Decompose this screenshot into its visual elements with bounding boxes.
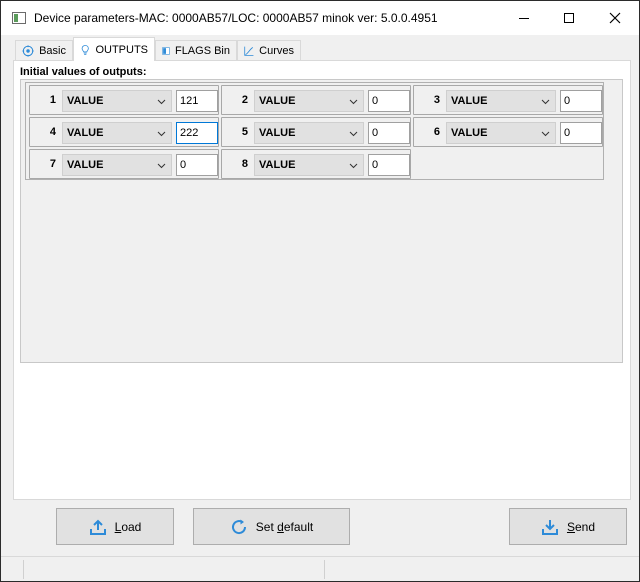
gear-icon — [22, 44, 34, 57]
close-button[interactable] — [592, 1, 638, 35]
chevron-down-icon — [157, 163, 166, 169]
output-mode-select[interactable]: VALUE — [62, 154, 172, 176]
output-mode-select[interactable]: VALUE — [62, 90, 172, 112]
chevron-down-icon — [541, 131, 550, 137]
output-mode-value: VALUE — [67, 95, 104, 107]
status-bar — [1, 556, 639, 581]
close-icon — [609, 12, 621, 24]
output-number: 3 — [433, 94, 440, 106]
chevron-down-icon — [349, 99, 358, 105]
download-icon — [541, 519, 558, 535]
flags-icon — [162, 46, 170, 55]
output-number: 4 — [49, 126, 56, 138]
window-title: Device parameters-MAC: 0000AB57/LOC: 000… — [34, 11, 438, 25]
output-number: 2 — [241, 94, 248, 106]
chevron-down-icon — [541, 99, 550, 105]
send-button-label: Send — [566, 519, 596, 534]
output-cell-3: 3 VALUE 0 — [413, 85, 603, 115]
tab-basic-label: Basic — [39, 44, 66, 57]
output-number: 8 — [241, 158, 248, 170]
output-value-input[interactable]: 0 — [560, 90, 602, 112]
set-default-button-label: Set default — [255, 519, 314, 534]
output-cell-2: 2 VALUE 0 — [221, 85, 411, 115]
output-mode-value: VALUE — [259, 159, 296, 171]
output-value-input[interactable]: 222 — [176, 122, 218, 144]
title-bar: Device parameters-MAC: 0000AB57/LOC: 000… — [1, 1, 639, 35]
chevron-down-icon — [349, 163, 358, 169]
chevron-down-icon — [157, 99, 166, 105]
output-value-input[interactable]: 121 — [176, 90, 218, 112]
output-cell-5: 5 VALUE 0 — [221, 117, 411, 147]
output-value-input[interactable]: 0 — [560, 122, 602, 144]
outputs-group: 1 VALUE 121 2 VALUE 0 3 VALUE 0 4 VALUE … — [20, 79, 623, 363]
output-mode-value: VALUE — [259, 127, 296, 139]
maximize-icon — [564, 13, 574, 23]
outputs-grid: 1 VALUE 121 2 VALUE 0 3 VALUE 0 4 VALUE … — [25, 82, 604, 180]
tab-outputs[interactable]: OUTPUTS — [73, 37, 155, 61]
output-mode-value: VALUE — [451, 95, 488, 107]
lightbulb-icon — [81, 44, 89, 55]
output-number: 7 — [49, 158, 56, 170]
app-icon — [12, 12, 26, 24]
output-mode-select[interactable]: VALUE — [62, 122, 172, 144]
send-button[interactable]: Send — [509, 508, 627, 545]
output-value-input[interactable]: 0 — [176, 154, 218, 176]
set-default-button[interactable]: Set default — [193, 508, 350, 545]
output-mode-select[interactable]: VALUE — [254, 90, 364, 112]
output-cell-7: 7 VALUE 0 — [29, 149, 219, 179]
outputs-tab-page: Initial values of outputs: 1 VALUE 121 2… — [13, 60, 631, 500]
output-mode-select[interactable]: VALUE — [446, 90, 556, 112]
refresh-icon — [231, 519, 246, 534]
output-mode-select[interactable]: VALUE — [446, 122, 556, 144]
upload-icon — [89, 519, 106, 535]
output-number: 6 — [433, 126, 440, 138]
status-separator — [324, 560, 325, 579]
output-number: 5 — [241, 126, 248, 138]
load-button[interactable]: Load — [56, 508, 174, 545]
output-mode-value: VALUE — [259, 95, 296, 107]
curve-icon — [244, 46, 254, 56]
tab-outputs-label: OUTPUTS — [95, 43, 148, 56]
device-parameters-window: Device parameters-MAC: 0000AB57/LOC: 000… — [0, 0, 640, 582]
tab-curves-label: Curves — [259, 44, 294, 57]
minimize-icon — [519, 17, 529, 19]
tab-basic[interactable]: Basic — [15, 40, 73, 60]
load-button-label: Load — [114, 519, 142, 534]
output-mode-select[interactable]: VALUE — [254, 154, 364, 176]
group-title: Initial values of outputs: — [20, 66, 147, 78]
output-value-input[interactable]: 0 — [368, 90, 410, 112]
output-value-input[interactable]: 0 — [368, 122, 410, 144]
output-cell-4: 4 VALUE 222 — [29, 117, 219, 147]
tab-flags-bin-label: FLAGS Bin — [174, 44, 230, 57]
status-separator — [23, 560, 24, 579]
output-mode-value: VALUE — [67, 159, 104, 171]
tab-curves[interactable]: Curves — [237, 40, 301, 60]
tab-flags-bin[interactable]: FLAGS Bin — [155, 40, 237, 60]
output-mode-value: VALUE — [67, 127, 104, 139]
output-cell-8: 8 VALUE 0 — [221, 149, 411, 179]
maximize-button[interactable] — [546, 1, 592, 35]
minimize-button[interactable] — [501, 1, 547, 35]
output-number: 1 — [49, 94, 56, 106]
chevron-down-icon — [349, 131, 358, 137]
output-value-input[interactable]: 0 — [368, 154, 410, 176]
output-mode-value: VALUE — [451, 127, 488, 139]
chevron-down-icon — [157, 131, 166, 137]
output-cell-6: 6 VALUE 0 — [413, 117, 603, 147]
output-cell-1: 1 VALUE 121 — [29, 85, 219, 115]
output-mode-select[interactable]: VALUE — [254, 122, 364, 144]
